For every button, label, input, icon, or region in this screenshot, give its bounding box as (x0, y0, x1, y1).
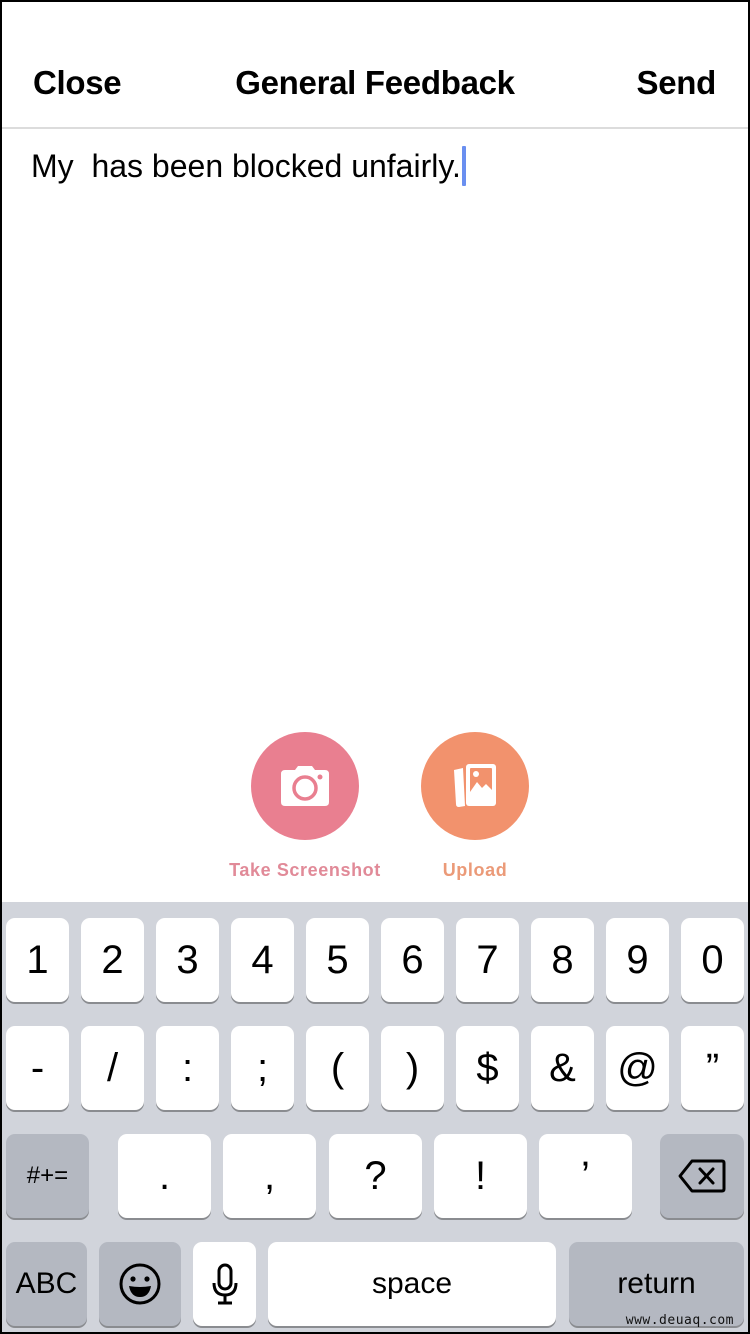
key-dollar[interactable]: $ (456, 1026, 519, 1110)
emoji-icon (119, 1263, 161, 1305)
key-open-paren[interactable]: ( (306, 1026, 369, 1110)
key-8[interactable]: 8 (531, 918, 594, 1002)
key-comma[interactable]: , (223, 1134, 316, 1218)
feedback-text-input[interactable]: My has been blocked unfairly. (31, 146, 466, 186)
take-screenshot-label: Take Screenshot (229, 860, 381, 880)
keyboard: 1 2 3 4 5 6 7 8 9 0 - / : ; ( ) $ & @ ” … (2, 902, 748, 1332)
key-close-paren[interactable]: ) (381, 1026, 444, 1110)
photos-icon (454, 764, 496, 807)
upload-circle[interactable] (421, 732, 529, 840)
key-4[interactable]: 4 (231, 918, 294, 1002)
feedback-text-value: My has been blocked unfairly. (31, 148, 461, 184)
key-period[interactable]: . (118, 1134, 211, 1218)
key-hyphen[interactable]: - (6, 1026, 69, 1110)
key-slash[interactable]: / (81, 1026, 144, 1110)
delete-key[interactable] (660, 1134, 744, 1218)
backspace-icon (678, 1159, 726, 1193)
key-exclamation[interactable]: ! (434, 1134, 527, 1218)
watermark: www.deuaq.com (625, 1313, 734, 1328)
emoji-key[interactable] (99, 1242, 181, 1326)
take-screenshot-circle[interactable] (251, 732, 359, 840)
key-at[interactable]: @ (606, 1026, 669, 1110)
send-button[interactable]: Send (637, 64, 717, 102)
text-cursor (461, 146, 466, 186)
key-3[interactable]: 3 (156, 918, 219, 1002)
key-2[interactable]: 2 (81, 918, 144, 1002)
key-abc[interactable]: ABC (6, 1242, 87, 1326)
dictation-key[interactable] (193, 1242, 256, 1326)
key-ampersand[interactable]: & (531, 1026, 594, 1110)
key-quote[interactable]: ” (681, 1026, 744, 1110)
key-more-symbols[interactable]: #+= (6, 1134, 89, 1218)
key-semicolon[interactable]: ; (231, 1026, 294, 1110)
key-7[interactable]: 7 (456, 918, 519, 1002)
camera-icon (281, 766, 329, 806)
key-apostrophe[interactable]: ’ (539, 1134, 632, 1218)
key-6[interactable]: 6 (381, 918, 444, 1002)
space-key[interactable]: space (268, 1242, 556, 1326)
key-5[interactable]: 5 (306, 918, 369, 1002)
navigation-bar: Close General Feedback Send (2, 2, 748, 129)
key-question[interactable]: ? (329, 1134, 422, 1218)
upload-label: Upload (442, 860, 508, 880)
key-0[interactable]: 0 (681, 918, 744, 1002)
key-1[interactable]: 1 (6, 918, 69, 1002)
take-screenshot-button[interactable]: Take Screenshot (220, 732, 390, 881)
microphone-icon (212, 1263, 237, 1305)
key-9[interactable]: 9 (606, 918, 669, 1002)
feedback-screen: Close General Feedback Send My has been … (2, 2, 748, 1332)
upload-button[interactable]: Upload (390, 732, 560, 881)
key-colon[interactable]: : (156, 1026, 219, 1110)
